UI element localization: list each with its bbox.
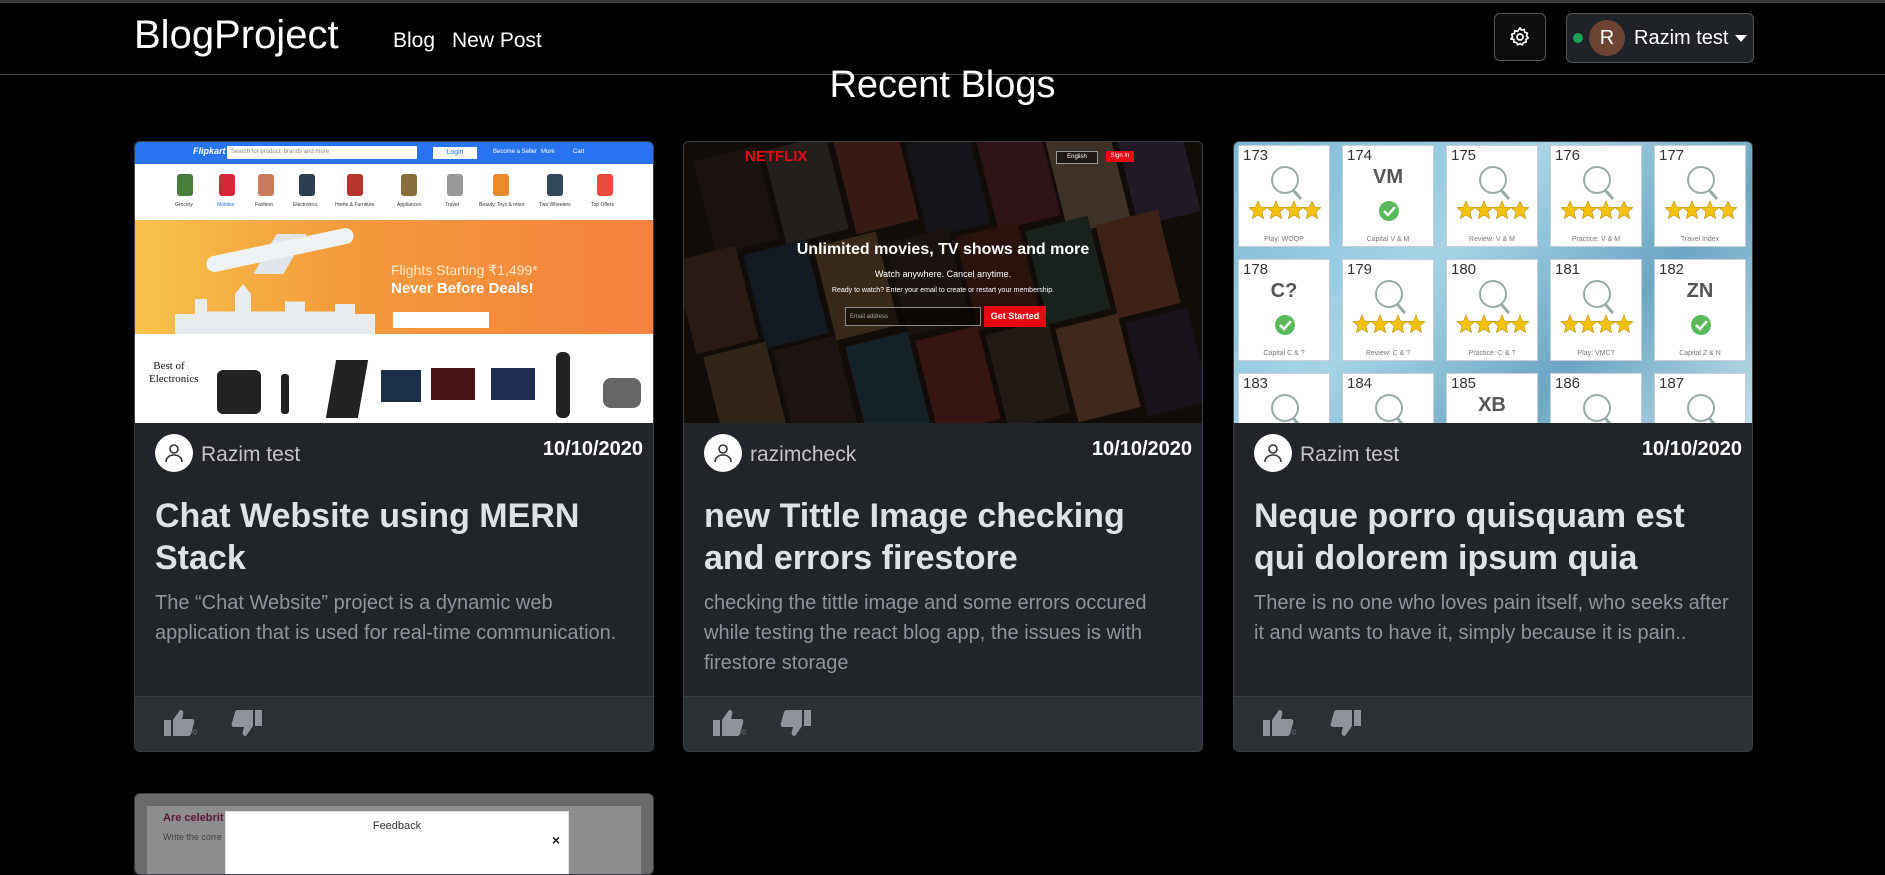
- lesson-tile: 187: [1654, 373, 1746, 423]
- card-thumbnail[interactable]: 173 Play: WOQP 174 VM Capital V & M 175 Review…: [1234, 142, 1752, 423]
- lesson-tile: 180 Practice: C & ?: [1446, 259, 1538, 361]
- nav-link-blog[interactable]: Blog: [393, 29, 435, 53]
- thumbs-up-icon: [1263, 710, 1297, 736]
- dislike-button[interactable]: [778, 708, 812, 743]
- blog-card[interactable]: 173 Play: WOQP 174 VM Capital V & M 175 Review…: [1233, 141, 1753, 752]
- lesson-tile: 185 XB: [1446, 373, 1538, 423]
- blog-card[interactable]: NETFLIX English Sign In Unlimited movies…: [683, 141, 1203, 752]
- brand-logo[interactable]: BlogProject: [134, 13, 339, 58]
- card-title[interactable]: Chat Website using MERN Stack: [155, 495, 625, 579]
- lesson-tile: 176 Practice: V & M: [1550, 145, 1642, 247]
- lesson-tile: 173 Play: WOQP: [1238, 145, 1330, 247]
- card-description: The “Chat Website” project is a dynamic …: [155, 592, 617, 644]
- card-footer: [135, 696, 653, 751]
- like-button[interactable]: [163, 708, 198, 743]
- lesson-tile: 179 Review: C & ?: [1342, 259, 1434, 361]
- user-menu-dropdown[interactable]: R Razim test: [1566, 13, 1754, 63]
- nav-link-new-post[interactable]: New Post: [452, 29, 542, 53]
- lesson-tile: 186: [1550, 373, 1642, 423]
- lesson-tile: 183: [1238, 373, 1330, 423]
- lesson-tile: 175 Review: V & M: [1446, 145, 1538, 247]
- card-footer: [684, 696, 1202, 751]
- like-button[interactable]: [1262, 708, 1297, 743]
- thumbs-down-icon: [780, 710, 811, 736]
- blog-card[interactable]: Flipkart Search for product, brands and …: [134, 141, 654, 752]
- thumbs-down-icon: [231, 710, 262, 736]
- theme-settings-button[interactable]: [1494, 13, 1546, 61]
- user-icon: [1254, 434, 1292, 472]
- user-name: Razim test: [1634, 26, 1729, 49]
- online-status-dot: [1573, 33, 1583, 43]
- card-author[interactable]: Razim test: [1300, 443, 1399, 467]
- lesson-tile: 182 ZN Capital Z & N: [1654, 259, 1746, 361]
- gear-icon: [1510, 27, 1530, 46]
- thumb-subtext: Write the corre: [163, 832, 222, 842]
- card-title[interactable]: new Tittle Image checking and errors fir…: [704, 495, 1174, 579]
- like-button[interactable]: [712, 708, 747, 743]
- lesson-tile: 174 VM Capital V & M: [1342, 145, 1434, 247]
- card-date: 10/10/2020: [1091, 438, 1192, 460]
- card-thumbnail[interactable]: Flipkart Search for product, brands and …: [135, 142, 653, 423]
- thumb-modal: Feedback ×: [225, 811, 569, 874]
- card-description: There is no one who loves pain itself, w…: [1254, 592, 1729, 644]
- lesson-tile: 178 C? Capital C & ?: [1238, 259, 1330, 361]
- dislike-button[interactable]: [1328, 708, 1362, 743]
- card-author[interactable]: Razim test: [201, 443, 300, 467]
- dislike-button[interactable]: [229, 708, 263, 743]
- page-title: Recent Blogs: [829, 64, 1056, 106]
- card-title[interactable]: Neque porro quisquam est qui dolorem ips…: [1254, 495, 1724, 579]
- blog-card[interactable]: Are celebrit Write the corre Feedback ×: [134, 793, 654, 875]
- card-footer: [1234, 696, 1752, 751]
- lesson-tile: 181 Play: VMC?: [1550, 259, 1642, 361]
- card-description: checking the tittle image and some error…: [704, 592, 1147, 674]
- thumbs-down-icon: [1330, 710, 1361, 736]
- card-date: 10/10/2020: [1641, 438, 1742, 460]
- thumbs-up-icon: [164, 710, 198, 736]
- lesson-tile: 177 Travel Index: [1654, 145, 1746, 247]
- close-icon: ×: [551, 832, 560, 848]
- thumb-heading: Are celebrit: [163, 812, 224, 824]
- thumbs-up-icon: [713, 710, 747, 736]
- card-thumbnail[interactable]: NETFLIX English Sign In Unlimited movies…: [684, 142, 1202, 423]
- card-date: 10/10/2020: [542, 438, 643, 460]
- card-author[interactable]: razimcheck: [750, 443, 856, 467]
- lesson-tile: 184: [1342, 373, 1434, 423]
- avatar: R: [1589, 20, 1625, 56]
- user-icon: [704, 434, 742, 472]
- chevron-down-icon: [1735, 34, 1748, 42]
- user-icon: [155, 434, 193, 472]
